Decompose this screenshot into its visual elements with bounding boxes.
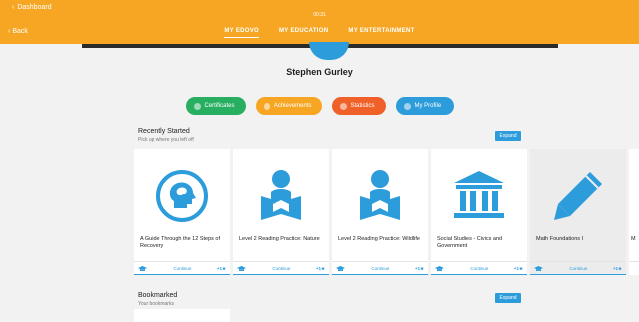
course-title: A Guide Through the 12 Steps of Recovery: [140, 236, 221, 249]
course-card[interactable]: Level 2 Reading Practice: Nature Continu…: [233, 149, 329, 275]
course-card[interactable]: A Guide Through the 12 Steps of Recovery…: [134, 149, 230, 275]
my-profile-button[interactable]: My Profile: [395, 97, 454, 115]
points-badge: +1★: [513, 265, 523, 271]
continue-link[interactable]: Continue: [445, 266, 514, 271]
pencil-icon: [530, 161, 626, 231]
continue-link[interactable]: Continue: [544, 266, 613, 271]
progress-bar: [233, 273, 329, 275]
graduation-cap-icon: [138, 265, 148, 272]
dashboard-link[interactable]: ‹ Dashboard: [12, 4, 52, 11]
dashboard-label: Dashboard: [17, 4, 52, 11]
reader-icon: [332, 161, 428, 231]
continue-link[interactable]: Continue: [247, 266, 316, 271]
progress-bar: [431, 273, 527, 275]
continue-link[interactable]: Continue: [346, 266, 415, 271]
tab-my-entertainment[interactable]: MY ENTERTAINMENT: [348, 28, 414, 38]
head-brain-icon: [134, 161, 230, 231]
achievements-button[interactable]: Achievements: [255, 97, 322, 115]
points-badge: +1★: [216, 265, 226, 271]
bookmarked-subtitle: Your bookmarks: [138, 301, 174, 307]
user-icon: [403, 102, 411, 110]
my-profile-label: My Profile: [414, 103, 442, 109]
graduation-cap-icon: [336, 265, 346, 272]
recent-expand-button[interactable]: Expand: [495, 131, 521, 141]
points-badge: +1★: [612, 265, 622, 271]
course-title: Level 2 Reading Practice: Nature: [239, 236, 320, 242]
graduation-cap-icon: [534, 265, 544, 272]
certificates-label: Certificates: [204, 103, 235, 109]
recent-subtitle: Pick up where you left off: [138, 137, 194, 143]
statistics-button[interactable]: Statistics: [331, 97, 386, 115]
achievements-label: Achievements: [273, 103, 312, 109]
progress-bar: [332, 273, 428, 275]
tab-my-education[interactable]: MY EDUCATION: [279, 28, 328, 38]
status-time: 00:31: [313, 12, 326, 18]
course-card[interactable]: Social Studies - Civics and Government C…: [431, 149, 527, 275]
points-badge: +1★: [414, 265, 424, 271]
main-tabs: MY EDOVO MY EDUCATION MY ENTERTAINMENT: [0, 28, 639, 38]
tab-my-edovo[interactable]: MY EDOVO: [224, 28, 259, 38]
graduation-cap-icon: [435, 265, 445, 272]
points-badge: +1★: [315, 265, 325, 271]
course-card[interactable]: M: [629, 149, 639, 275]
bookmarked-expand-button[interactable]: Expand: [495, 293, 521, 303]
recent-title: Recently Started: [138, 128, 190, 135]
continue-link[interactable]: Continue: [148, 266, 217, 271]
certificates-button[interactable]: Certificates: [185, 97, 246, 115]
government-building-icon: [431, 161, 527, 231]
chevron-left-icon: ‹: [12, 4, 15, 11]
progress-bar: [530, 273, 626, 275]
reader-icon: [233, 161, 329, 231]
certificate-icon: [193, 102, 201, 110]
card-footer: [629, 261, 639, 275]
course-card[interactable]: Level 2 Reading Practice: Wildlife Conti…: [332, 149, 428, 275]
bookmarked-title: Bookmarked: [138, 292, 178, 299]
bookmark-card[interactable]: [134, 309, 230, 322]
progress-bar: [134, 273, 230, 275]
course-card[interactable]: Math Foundations I Continue +1★: [530, 149, 626, 275]
course-title: Social Studies - Civics and Government: [437, 236, 503, 249]
stats-icon: [339, 102, 347, 110]
avatar[interactable]: [309, 42, 349, 60]
profile-actions: Certificates Achievements Statistics My …: [0, 97, 639, 115]
profile-name: Stephen Gurley: [286, 67, 353, 77]
course-title: Level 2 Reading Practice: Wildlife: [338, 236, 420, 242]
statistics-label: Statistics: [350, 103, 375, 109]
course-title: M: [631, 236, 636, 242]
top-bar: ‹ Dashboard 00:31 ‹ Back MY EDOVO MY EDU…: [0, 0, 639, 44]
graduation-cap-icon: [237, 265, 247, 272]
course-title: Math Foundations I: [536, 236, 584, 242]
trophy-icon: [263, 102, 270, 110]
